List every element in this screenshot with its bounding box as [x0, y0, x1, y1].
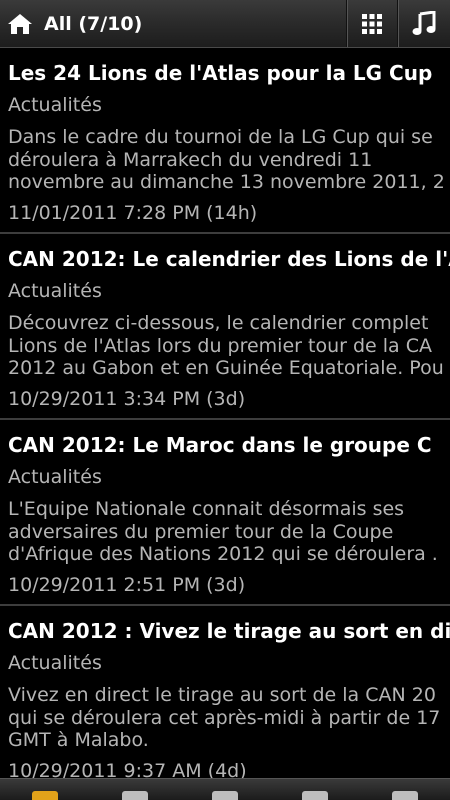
article-list: Les 24 Lions de l'Atlas pour la LG Cup A… [0, 48, 450, 786]
excerpt-line: d'Afrique des Nations 2012 qui se déroul… [8, 543, 438, 565]
article-date: 10/29/2011 3:34 PM (3d) [8, 388, 246, 410]
excerpt-line: Vivez en direct le tirage au sort de la … [8, 684, 436, 706]
excerpt-line: novembre au dimanche 13 novembre 2011, 2 [8, 171, 445, 193]
excerpt-line: L'Equipe Nationale connait désormais ses [8, 498, 405, 520]
app-screen: All (7/10) Les 24 Lions de l'Atlas pour … [0, 0, 450, 800]
mail-tab-icon [212, 791, 238, 800]
grid-view-button[interactable] [346, 0, 397, 47]
page-title[interactable]: All (7/10) [40, 0, 346, 47]
settings-tab-icon [122, 791, 148, 800]
tab-settings[interactable] [90, 779, 180, 800]
article-category: Actualités [8, 280, 102, 302]
article-excerpt: L'Equipe Nationale connait désormais ses… [8, 498, 438, 566]
list-item[interactable]: CAN 2012: Le Maroc dans le groupe C Actu… [0, 420, 450, 606]
music-note-icon [412, 10, 436, 35]
article-excerpt: Découvrez ci-dessous, le calendrier comp… [8, 312, 444, 380]
tab-more[interactable] [360, 779, 450, 800]
list-item[interactable]: CAN 2012: Le calendrier des Lions de l'A… [0, 234, 450, 420]
excerpt-line: Découvrez ci-dessous, le calendrier comp… [8, 312, 429, 334]
excerpt-line: adversaires du premier tour de la Coupe [8, 520, 394, 543]
excerpt-line: 2012 au Gabon et en Guinée Equatoriale. … [8, 357, 444, 379]
article-title: CAN 2012 : Vivez le tirage au sort en di… [8, 619, 450, 643]
alert-tab-icon [302, 791, 328, 800]
list-item[interactable]: Les 24 Lions de l'Atlas pour la LG Cup A… [0, 48, 450, 234]
article-category: Actualités [8, 466, 102, 488]
grid-icon [362, 13, 382, 34]
home-tab-icon [32, 791, 58, 800]
excerpt-line: qui se déroulera cet après-midi à partir… [8, 706, 441, 729]
article-excerpt: Dans le cadre du tournoi de la LG Cup qu… [8, 126, 445, 194]
article-title: Les 24 Lions de l'Atlas pour la LG Cup [8, 61, 433, 85]
home-icon [8, 13, 32, 34]
excerpt-line: GMT à Malabo. [8, 729, 149, 751]
article-title: CAN 2012: Le Maroc dans le groupe C [8, 433, 432, 457]
article-category: Actualités [8, 94, 102, 116]
tab-mail[interactable] [180, 779, 270, 800]
tab-alert[interactable] [270, 779, 360, 800]
article-excerpt: Vivez en direct le tirage au sort de la … [8, 684, 440, 752]
excerpt-line: déroulera à Marrakech du vendredi 11 [8, 148, 373, 171]
article-date: 10/29/2011 2:51 PM (3d) [8, 574, 246, 596]
home-button[interactable] [0, 0, 40, 47]
list-item[interactable]: CAN 2012 : Vivez le tirage au sort en di… [0, 606, 450, 786]
article-title: CAN 2012: Le calendrier des Lions de l'A… [8, 247, 450, 271]
more-tab-icon [392, 791, 418, 800]
excerpt-line: Dans le cadre du tournoi de la LG Cup qu… [8, 126, 433, 148]
article-date: 11/01/2011 7:28 PM (14h) [8, 202, 258, 224]
action-bar: All (7/10) [0, 0, 450, 48]
bottom-tab-bar [0, 778, 450, 800]
excerpt-line: Lions de l'Atlas lors du premier tour de… [8, 334, 432, 357]
tab-home[interactable] [0, 779, 90, 800]
music-button[interactable] [397, 0, 450, 47]
article-category: Actualités [8, 652, 102, 674]
